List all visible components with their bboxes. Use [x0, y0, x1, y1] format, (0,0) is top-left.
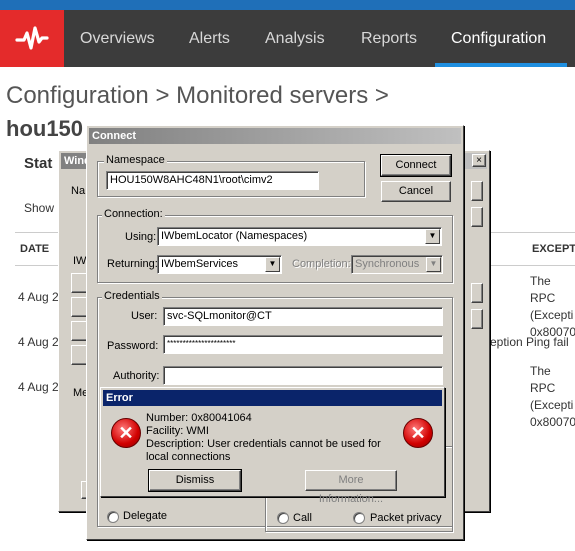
authority-input[interactable] [163, 366, 443, 385]
error-number: Number: 0x80041064 [146, 412, 252, 424]
error-icon: ✕ [403, 418, 433, 448]
breadcrumb: Configuration > Monitored servers > [6, 82, 389, 110]
namespace-short-label: Na [71, 185, 86, 197]
error-titlebar: Error [103, 390, 442, 406]
returning-label: Returning: [107, 258, 158, 270]
show-label: Show [24, 201, 55, 215]
nav-overviews[interactable]: Overviews [80, 10, 155, 67]
background-button[interactable] [471, 207, 483, 227]
heartbeat-logo-icon [15, 25, 49, 50]
error-message: Number: 0x80041064 Facility: WMI Descrip… [146, 412, 396, 464]
nav-configuration[interactable]: Configuration [451, 10, 546, 67]
delegate-label: Delegate [123, 510, 168, 522]
status-heading: Stat [24, 155, 53, 172]
breadcrumb-monitored-servers[interactable]: Monitored servers [176, 82, 368, 109]
nav-reports[interactable]: Reports [361, 10, 417, 67]
iwbem-label: IW [73, 255, 87, 267]
table-row-date: 4 Aug 2 [18, 380, 59, 394]
completion-label: Completion: [292, 258, 351, 270]
page-title-server: hou150 [6, 116, 84, 141]
chevron-down-icon: ▼ [426, 257, 441, 272]
top-accent-strip [0, 0, 575, 10]
using-label: Using: [125, 231, 157, 243]
delegate-radio[interactable] [107, 511, 119, 523]
breadcrumb-separator: > [374, 82, 389, 109]
packet-privacy-radio[interactable] [353, 512, 365, 524]
more-information-button[interactable]: More Information... [305, 470, 397, 505]
table-row-date: 4 Aug 2 [18, 290, 59, 304]
connect-button[interactable]: Connect [380, 154, 452, 177]
background-button[interactable] [471, 283, 483, 303]
error-icon: ✕ [111, 418, 141, 448]
user-label: User: [131, 310, 158, 322]
password-input[interactable]: ********************** [163, 335, 443, 354]
nav-alerts[interactable]: Alerts [189, 10, 230, 67]
credentials-label: Credentials [102, 290, 162, 302]
breadcrumb-configuration[interactable]: Configuration [6, 82, 149, 109]
chevron-down-icon[interactable]: ▼ [425, 229, 440, 244]
call-label: Call [293, 512, 312, 524]
close-icon[interactable]: × [472, 154, 486, 167]
namespace-input[interactable]: HOU150W8AHC48N1\root\cimv2 [106, 171, 319, 190]
chevron-down-icon[interactable]: ▼ [265, 257, 280, 272]
table-row-exception: The RPC (Excepti 0x80070 [530, 364, 575, 429]
namespace-label: Namespace [104, 154, 167, 166]
using-select[interactable]: IWbemLocator (Namespaces) ▼ [157, 227, 442, 246]
table-row-exception: eption Ping fail [490, 335, 569, 349]
error-dialog: Error ✕ ✕ Number: 0x80041064 Facility: W… [100, 387, 445, 505]
active-tab-indicator [435, 63, 567, 67]
background-button[interactable] [471, 181, 483, 201]
date-column-header: DATE [20, 243, 50, 255]
call-radio[interactable] [277, 512, 289, 524]
exception-column-header: EXCEPT [532, 243, 575, 255]
connection-label: Connection: [102, 208, 165, 220]
app-logo[interactable] [0, 10, 64, 67]
authority-label: Authority: [113, 370, 160, 382]
cancel-button[interactable]: Cancel [381, 181, 451, 202]
background-button[interactable] [471, 309, 483, 329]
password-label: Password: [107, 340, 159, 352]
user-input[interactable]: svc-SQLmonitor@CT [163, 307, 443, 326]
top-navbar: Overviews Alerts Analysis Reports Config… [0, 10, 575, 67]
error-facility: Facility: WMI [146, 425, 209, 437]
dismiss-button[interactable]: Dismiss [148, 469, 242, 492]
returning-select[interactable]: IWbemServices ▼ [157, 255, 282, 274]
table-row-exception: The RPC (Excepti 0x80070 [530, 274, 575, 339]
nav-analysis[interactable]: Analysis [265, 10, 325, 67]
completion-select: Synchronous ▼ [351, 255, 443, 274]
connect-titlebar: Connect [89, 128, 461, 144]
table-row-date: 4 Aug 2 [18, 335, 59, 349]
packet-privacy-label: Packet privacy [370, 512, 442, 524]
error-description: Description: User credentials cannot be … [146, 438, 381, 463]
breadcrumb-separator: > [155, 82, 170, 109]
